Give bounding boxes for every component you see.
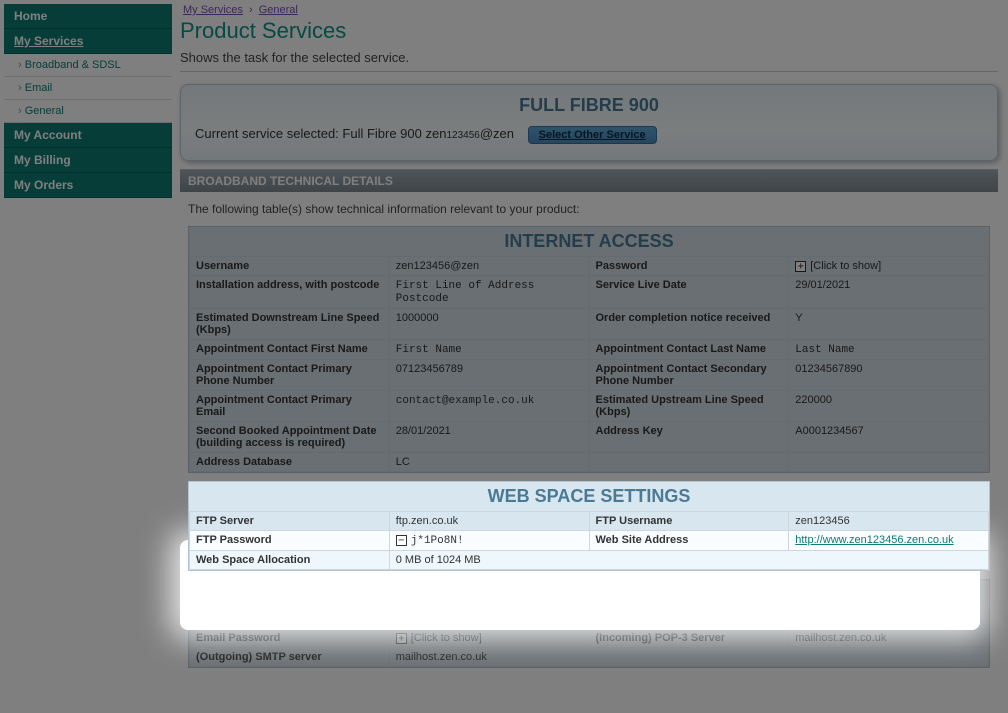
breadcrumb-sep: › (249, 4, 253, 16)
email-password-toggle[interactable]: +[Click to show] (389, 629, 589, 648)
internet-label: Address Database (190, 453, 390, 472)
internet-label: Appointment Contact First Name (190, 340, 390, 360)
web-space-block: WEB SPACE SETTINGS FTP Server ftp.zen.co… (188, 481, 990, 571)
internet-value: A0001234567 (789, 422, 989, 453)
website-address-label: Web Site Address (589, 531, 789, 551)
email-username-value: zen (789, 610, 989, 629)
internet-label: Password (589, 257, 789, 276)
main-content: My Services › General Product Services S… (172, 0, 1008, 676)
internet-value: Last Name (789, 340, 989, 360)
pop3-label: (Incoming) POP-3 Server (589, 629, 789, 648)
internet-access-title: INTERNET ACCESS (189, 227, 989, 256)
internet-value: 1000000 (389, 309, 589, 340)
sidebar-my-account[interactable]: My Account (4, 123, 172, 148)
ftp-username-label: FTP Username (589, 512, 789, 531)
ftp-password-value[interactable]: −j*1Po8N! (389, 531, 589, 551)
internet-value: contact@example.co.uk (389, 391, 589, 422)
internet-label: Estimated Downstream Line Speed (Kbps) (190, 309, 390, 340)
email-password-label: Email Password (190, 629, 390, 648)
web-space-alloc-value: 0 MB of 1024 MB (389, 551, 988, 570)
ftp-password-label: FTP Password (190, 531, 390, 551)
internet-access-block: INTERNET ACCESS Usernamezen123456@zenPas… (188, 226, 990, 473)
email-address-label: Email Address (190, 610, 390, 629)
internet-label: Service Live Date (589, 276, 789, 309)
sidebar-my-billing[interactable]: My Billing (4, 148, 172, 173)
smtp-value: mailhost.zen.co.uk (389, 648, 988, 667)
service-line: Current service selected: Full Fibre 900… (195, 126, 983, 144)
smtp-label: (Outgoing) SMTP server (190, 648, 390, 667)
section-bar: BROADBAND TECHNICAL DETAILS (180, 169, 998, 192)
web-space-title: WEB SPACE SETTINGS (189, 482, 989, 511)
internet-label: Second Booked Appointment Date (building… (190, 422, 390, 453)
service-box: FULL FIBRE 900 Current service selected:… (180, 84, 998, 161)
sidebar: Home My Services Broadband & SDSL Email … (0, 0, 172, 676)
service-title: FULL FIBRE 900 (195, 95, 983, 116)
internet-value: First Line of Address Postcode (389, 276, 589, 309)
breadcrumb-my-services[interactable]: My Services (183, 4, 243, 16)
breadcrumb: My Services › General (180, 4, 998, 16)
internet-value: LC (389, 453, 589, 472)
internet-value[interactable]: +[Click to show] (789, 257, 989, 276)
sidebar-sub-general[interactable]: General (4, 100, 172, 123)
internet-value: First Name (389, 340, 589, 360)
select-other-service-button[interactable]: Select Other Service (528, 126, 657, 144)
sidebar-sub-broadband[interactable]: Broadband & SDSL (4, 54, 172, 77)
internet-label: Address Key (589, 422, 789, 453)
internet-label (589, 453, 789, 472)
internet-value: Y (789, 309, 989, 340)
web-space-alloc-label: Web Space Allocation (190, 551, 390, 570)
internet-label: Appointment Contact Primary Email (190, 391, 390, 422)
expand-icon[interactable]: + (795, 261, 806, 272)
internet-label: Estimated Upstream Line Speed (Kbps) (589, 391, 789, 422)
sidebar-home[interactable]: Home (4, 4, 172, 29)
internet-value: 07123456789 (389, 360, 589, 391)
pop3-value: mailhost.zen.co.uk (789, 629, 989, 648)
internet-value: zen123456@zen (389, 257, 589, 276)
sidebar-my-orders[interactable]: My Orders (4, 173, 172, 198)
sidebar-my-services[interactable]: My Services (4, 29, 172, 54)
email-settings-title: EMAIL SETTINGS (189, 580, 989, 609)
internet-label: Appointment Contact Primary Phone Number (190, 360, 390, 391)
internet-label: Order completion notice received (589, 309, 789, 340)
internet-value: 01234567890 (789, 360, 989, 391)
intro-text: The following table(s) show technical in… (180, 202, 998, 226)
page-subtitle: Shows the task for the selected service. (180, 50, 998, 72)
website-address-link[interactable]: http://www.zen123456.zen.co.uk (795, 534, 953, 546)
page-title: Product Services (180, 18, 998, 44)
expand-icon[interactable]: + (396, 633, 407, 644)
ftp-username-value: zen123456 (789, 512, 989, 531)
ftp-server-value: ftp.zen.co.uk (389, 512, 589, 531)
ftp-server-label: FTP Server (190, 512, 390, 531)
internet-value: 220000 (789, 391, 989, 422)
email-address-link[interactable]: zen123456@zen.co.uk (396, 613, 509, 625)
internet-value: 29/01/2021 (789, 276, 989, 309)
email-username-label: Email Username (589, 610, 789, 629)
internet-label: Appointment Contact Secondary Phone Numb… (589, 360, 789, 391)
internet-label: Username (190, 257, 390, 276)
internet-label: Installation address, with postcode (190, 276, 390, 309)
internet-value: 28/01/2021 (389, 422, 589, 453)
collapse-icon[interactable]: − (396, 535, 407, 546)
email-settings-block: EMAIL SETTINGS Email Address zen123456@z… (188, 579, 990, 668)
sidebar-sub-email[interactable]: Email (4, 77, 172, 100)
internet-value (789, 453, 989, 472)
internet-label: Appointment Contact Last Name (589, 340, 789, 360)
breadcrumb-general[interactable]: General (259, 4, 298, 16)
